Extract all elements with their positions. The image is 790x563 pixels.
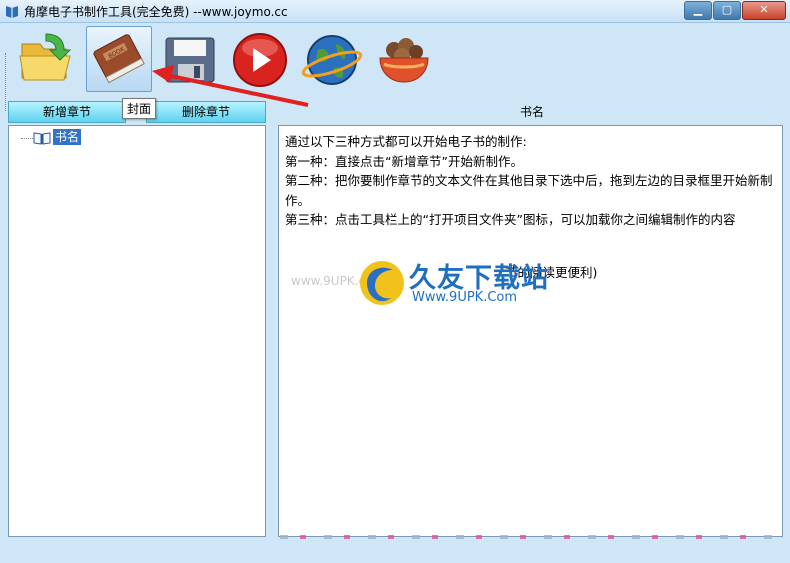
instructions-text: 通过以下三种方式都可以开始电子书的制作: 第一种：直接点击“新增章节”开始新制作… [285,132,777,230]
instruction-line: 第一种：直接点击“新增章节”开始新制作。 [285,153,523,169]
watermark-brand-url: Www.9UPK.Com [412,290,518,305]
chapter-tabs: 新增章节 删除章节 书名 [0,100,790,124]
book-title-header: 书名 [520,105,545,119]
add-chapter-button[interactable]: 新增章节 [8,101,126,123]
open-project-button[interactable] [16,26,80,90]
content-panel[interactable]: 通过以下三种方式都可以开始电子书的制作: 第一种：直接点击“新增章节”开始新制作… [278,125,783,537]
instruction-line: 第二种：把你要制作章节的文本文件在其他目录下选中后，拖到左边的目录框里开始新制作… [285,173,773,208]
instruction-line: 通过以下三种方式都可以开始电子书的制作: [285,134,527,149]
delete-chapter-button[interactable]: 删除章节 [146,101,266,123]
instruction-line: 第三种：点击工具栏上的“打开项目文件夹”图标，可以加载你之间编辑制作的内容 [285,212,736,227]
book-cover-icon: BOOK [93,34,145,84]
tree-root-book[interactable]: 书名 [53,129,82,145]
minimize-button[interactable]: ▁ [684,1,712,20]
title-bar: 角摩电子书制作工具(完全免费) --www.joymo.cc ▁ ▢ ✕ [0,0,790,23]
chapter-tree[interactable]: 书名 [8,125,266,537]
tree-connector [21,138,33,139]
app-icon [6,6,18,18]
toolbar: BOOK [0,23,790,111]
open-folder-icon [19,33,72,81]
close-button[interactable]: ✕ [742,1,786,20]
donate-button[interactable] [372,26,436,90]
bowl-icon [379,38,429,83]
open-book-icon [33,132,51,145]
watermark: www.9UPK.com 久友下载站 Www.9UPK.Com [291,254,549,314]
status-strip [280,535,780,539]
cover-button[interactable]: BOOK [86,26,152,92]
watermark-logo-icon [360,261,404,305]
window-title: 角摩电子书制作工具(完全免费) --www.joymo.cc [24,5,288,19]
window-controls: ▁ ▢ ✕ [684,1,786,20]
maximize-button[interactable]: ▢ [713,1,741,20]
cover-tooltip: 封面 [122,98,157,119]
